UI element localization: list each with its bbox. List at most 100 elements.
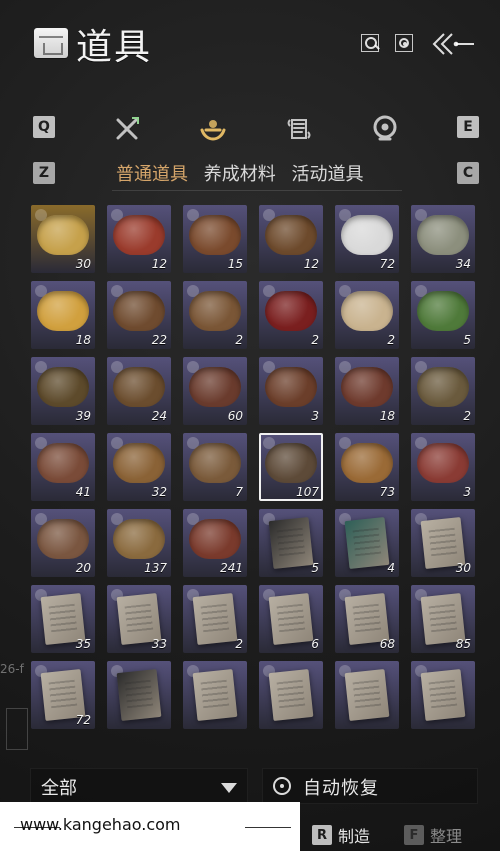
paper-item-icon	[420, 669, 466, 721]
paper-item-icon	[268, 517, 314, 569]
inventory-item[interactable]: 24	[107, 357, 171, 425]
inventory-item[interactable]: 85	[411, 585, 475, 653]
sort-action[interactable]: F 整理	[404, 824, 462, 846]
watermark-line-right	[245, 827, 291, 828]
inventory-item[interactable]: 30	[31, 205, 95, 273]
food-item-icon	[37, 215, 89, 255]
inventory-item[interactable]	[259, 661, 323, 729]
inventory-item[interactable]	[335, 661, 399, 729]
food-item-icon	[113, 519, 165, 559]
inventory-item[interactable]	[183, 661, 247, 729]
inventory-item[interactable]: 39	[31, 357, 95, 425]
tab-weapons[interactable]	[110, 112, 144, 146]
inventory-item[interactable]: 73	[335, 433, 399, 501]
inventory-item[interactable]: 35	[31, 585, 95, 653]
inventory-item[interactable]: 4	[335, 509, 399, 577]
inventory-item[interactable]: 12	[259, 205, 323, 273]
auto-recover-button[interactable]: 自动恢复	[262, 768, 478, 804]
inventory-item[interactable]: 18	[31, 281, 95, 349]
inventory-item[interactable]: 6	[259, 585, 323, 653]
filter-dropdown[interactable]: 全部	[30, 768, 248, 804]
items-grid: 30 12 15 12 72 34 18 22 2 2 2 5 39 24 60 3 18 2 41 32 7 107 73…	[31, 205, 477, 752]
back-arrows-icon[interactable]	[430, 30, 476, 58]
inventory-item[interactable]: 3	[411, 433, 475, 501]
food-item-icon	[417, 215, 469, 255]
search-icon[interactable]	[361, 34, 379, 52]
inventory-item[interactable]: 137	[107, 509, 171, 577]
item-count: 12	[303, 257, 319, 271]
inventory-item[interactable]: 33	[107, 585, 171, 653]
item-count: 5	[463, 333, 471, 347]
inventory-item[interactable]: 2	[411, 357, 475, 425]
food-item-icon	[341, 215, 393, 255]
food-item-icon	[417, 367, 469, 407]
inventory-item[interactable]: 5	[411, 281, 475, 349]
inventory-item[interactable]: 72	[335, 205, 399, 273]
inventory-item[interactable]: 32	[107, 433, 171, 501]
inventory-item[interactable]: 22	[107, 281, 171, 349]
left-edge-overlay: 26-f	[0, 662, 30, 772]
inventory-item[interactable]: 2	[335, 281, 399, 349]
key-z[interactable]: Z	[33, 162, 55, 184]
item-count: 2	[235, 637, 243, 651]
inventory-item[interactable]: 2	[183, 281, 247, 349]
item-count: 6	[311, 637, 319, 651]
inventory-item[interactable]	[411, 661, 475, 729]
inventory-item[interactable]: 60	[183, 357, 247, 425]
subtab-growth-materials[interactable]: 养成材料	[204, 160, 276, 186]
left-edge-text: 26-f	[0, 662, 24, 676]
food-item-icon	[265, 443, 317, 483]
inventory-item[interactable]: 15	[183, 205, 247, 273]
inventory-item[interactable]: 2	[259, 281, 323, 349]
inventory-item[interactable]: 41	[31, 433, 95, 501]
chevron-down-icon	[221, 783, 237, 793]
craft-key: R	[312, 825, 332, 845]
tab-consumables[interactable]	[196, 112, 230, 146]
inventory-item[interactable]: 2	[183, 585, 247, 653]
item-count: 137	[144, 561, 167, 575]
item-count: 24	[151, 409, 167, 423]
filter-dropdown-label: 全部	[41, 778, 77, 799]
gear-icon[interactable]	[395, 34, 413, 52]
paper-item-icon	[192, 593, 238, 645]
food-item-icon	[113, 443, 165, 483]
crossed-swords-icon	[116, 117, 139, 140]
food-item-icon	[265, 291, 317, 331]
inventory-item[interactable]: 12	[107, 205, 171, 273]
inventory-item[interactable]: 68	[335, 585, 399, 653]
food-item-icon	[189, 443, 241, 483]
food-item-icon	[341, 367, 393, 407]
tab-scrolls[interactable]	[282, 112, 316, 146]
inventory-item[interactable]: 34	[411, 205, 475, 273]
subtab-event-items[interactable]: 活动道具	[291, 160, 363, 186]
paper-item-icon	[268, 593, 314, 645]
inventory-item[interactable]: 107	[259, 433, 323, 501]
food-item-icon	[341, 291, 393, 331]
item-count: 41	[75, 485, 91, 499]
inventory-item[interactable]	[107, 661, 171, 729]
subtab-common-items[interactable]: 普通道具	[116, 160, 188, 186]
food-item-icon	[113, 291, 165, 331]
food-item-icon	[37, 443, 89, 483]
food-item-icon	[265, 367, 317, 407]
paper-item-icon	[268, 669, 314, 721]
tab-materials[interactable]	[368, 112, 402, 146]
inventory-item[interactable]: 30	[411, 509, 475, 577]
inventory-item[interactable]: 72	[31, 661, 95, 729]
key-e[interactable]: E	[457, 116, 479, 138]
craft-action[interactable]: R 制造	[312, 824, 370, 846]
page-title: 道具	[76, 27, 153, 68]
inventory-item[interactable]: 241	[183, 509, 247, 577]
item-count: 3	[311, 409, 319, 423]
inventory-item[interactable]: 3	[259, 357, 323, 425]
inventory-item[interactable]: 5	[259, 509, 323, 577]
food-item-icon	[113, 367, 165, 407]
inventory-item[interactable]: 7	[183, 433, 247, 501]
inventory-item[interactable]: 18	[335, 357, 399, 425]
key-c[interactable]: C	[457, 162, 479, 184]
key-q[interactable]: Q	[33, 116, 55, 138]
inventory-item[interactable]: 20	[31, 509, 95, 577]
bottom-actions: R 制造 F 整理	[300, 816, 500, 851]
item-count: 12	[151, 257, 167, 271]
item-count: 72	[75, 713, 91, 727]
